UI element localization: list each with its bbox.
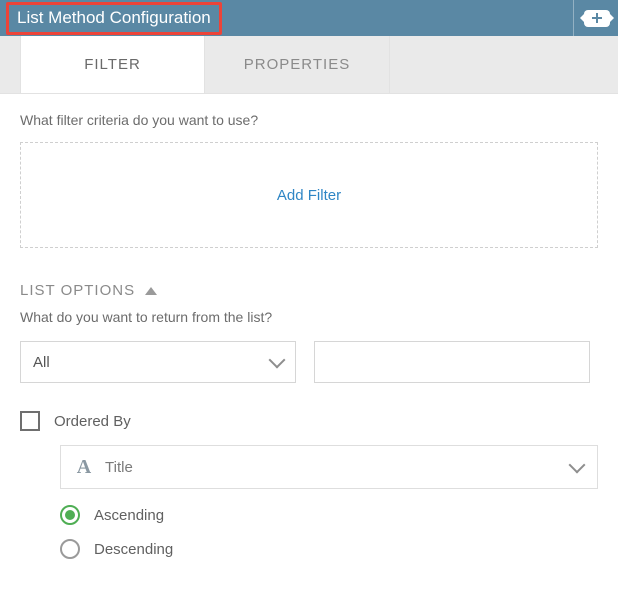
sort-asc-row[interactable]: Ascending bbox=[60, 505, 598, 525]
sort-asc-radio[interactable] bbox=[60, 505, 80, 525]
filter-prompt: What filter criteria do you want to use? bbox=[20, 112, 598, 128]
add-button[interactable] bbox=[584, 10, 610, 27]
ordered-by-label: Ordered By bbox=[54, 413, 131, 430]
sort-asc-label: Ascending bbox=[94, 507, 164, 524]
sort-desc-radio[interactable] bbox=[60, 539, 80, 559]
tab-bar: FILTER PROPERTIES bbox=[0, 36, 618, 94]
sort-desc-label: Descending bbox=[94, 541, 173, 558]
panel-title: List Method Configuration bbox=[17, 8, 211, 28]
tab-properties[interactable]: PROPERTIES bbox=[205, 36, 390, 93]
ordered-by-checkbox[interactable] bbox=[20, 411, 40, 431]
tab-filter-label: FILTER bbox=[84, 56, 141, 73]
order-field-label: Title bbox=[105, 459, 133, 476]
return-value-input[interactable] bbox=[314, 341, 590, 383]
collapse-caret-icon bbox=[145, 287, 157, 295]
return-select[interactable]: All bbox=[20, 341, 296, 383]
return-row: All bbox=[20, 341, 598, 383]
header-actions bbox=[573, 0, 618, 36]
ordered-by-row: Ordered By bbox=[20, 411, 598, 431]
tab-properties-label: PROPERTIES bbox=[244, 56, 350, 73]
chevron-down-icon bbox=[569, 457, 586, 474]
panel-body: What filter criteria do you want to use?… bbox=[0, 94, 618, 603]
add-filter-link[interactable]: Add Filter bbox=[277, 187, 341, 204]
sort-desc-row[interactable]: Descending bbox=[60, 539, 598, 559]
list-options-heading: LIST OPTIONS bbox=[20, 282, 135, 299]
order-field-select[interactable]: A Title bbox=[60, 445, 598, 489]
return-select-value: All bbox=[33, 354, 50, 371]
add-filter-dropzone[interactable]: Add Filter bbox=[20, 142, 598, 248]
panel-title-highlight: List Method Configuration bbox=[6, 2, 222, 35]
ordered-by-subsection: A Title Ascending Descending bbox=[20, 445, 598, 559]
list-options-header[interactable]: LIST OPTIONS bbox=[20, 282, 598, 299]
chevron-down-icon bbox=[269, 352, 286, 369]
panel-header: List Method Configuration bbox=[0, 0, 618, 36]
tab-filter[interactable]: FILTER bbox=[20, 36, 205, 93]
text-type-icon: A bbox=[75, 456, 93, 479]
list-method-config-panel: List Method Configuration FILTER PROPERT… bbox=[0, 0, 618, 603]
return-prompt: What do you want to return from the list… bbox=[20, 309, 598, 325]
